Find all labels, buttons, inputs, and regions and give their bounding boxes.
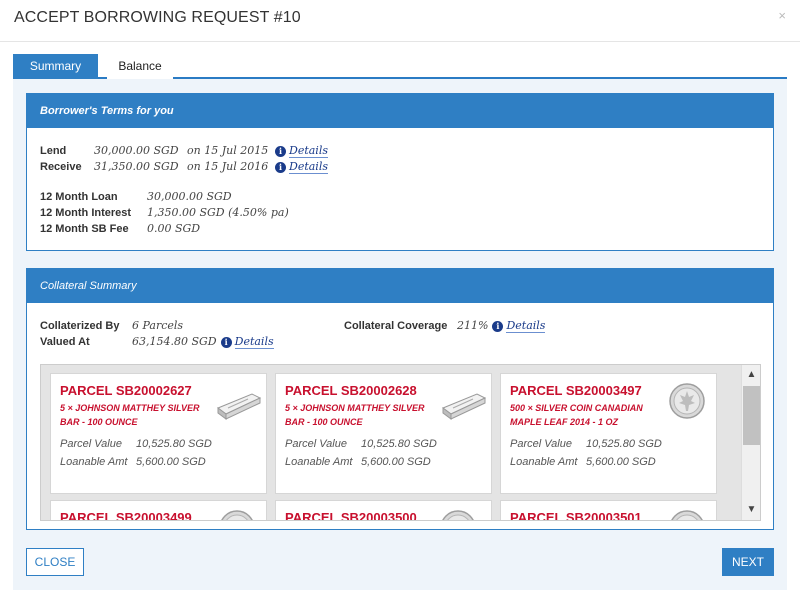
- coverage-details-link[interactable]: Details: [506, 319, 546, 333]
- borrower-terms-panel: Borrower's Terms for you Lend 30,000.00 S…: [26, 93, 774, 251]
- tab-summary[interactable]: Summary: [13, 54, 98, 79]
- valued-at-details-link[interactable]: Details: [234, 335, 274, 349]
- chevron-down-icon[interactable]: ▼: [742, 503, 760, 517]
- loan-label: 12 Month Loan: [40, 191, 118, 203]
- panel-heading: Borrower's Terms for you: [27, 94, 773, 128]
- parcel-value-label: Parcel Value: [60, 438, 122, 450]
- collateral-summary-panel: Collateral Summary Collaterized By 6 Parc…: [26, 268, 774, 530]
- parcel-card[interactable]: PARCEL SB20003501: [500, 500, 717, 521]
- fee-row: 12 Month SB Fee 0.00 SGD: [40, 222, 200, 235]
- loan-row: 12 Month Loan 30,000.00 SGD: [40, 190, 232, 203]
- scroll-thumb[interactable]: [743, 386, 760, 445]
- coverage-label: Collateral Coverage: [344, 320, 448, 332]
- lend-date: on 15 Jul 2015: [187, 144, 269, 157]
- parcel-description: 5 × JOHNSON MATTHEY SILVER BAR - 100 OUN…: [60, 403, 200, 427]
- parcel-value-label: Parcel Value: [510, 438, 572, 450]
- parcel-card[interactable]: PARCEL SB20002628 5 × JOHNSON MATTHEY SI…: [275, 373, 492, 494]
- parcel-value: 10,525.80 SGD: [136, 438, 212, 450]
- fee-value: 0.00 SGD: [147, 222, 201, 235]
- tab-bar: Summary Balance: [13, 54, 787, 79]
- loanable-amount: 5,600.00 SGD: [136, 456, 206, 468]
- loan-value: 30,000.00 SGD: [147, 190, 232, 203]
- loanable-label: Loanable Amt: [60, 456, 128, 468]
- parcel-card[interactable]: PARCEL SB20003499: [50, 500, 267, 521]
- silver-coin-icon: [669, 383, 705, 419]
- fee-label: 12 Month SB Fee: [40, 223, 129, 235]
- parcel-title: PARCEL SB20003497: [510, 383, 642, 398]
- modal-title: ACCEPT BORROWING REQUEST #10: [14, 9, 301, 26]
- lend-details-link[interactable]: Details: [289, 144, 328, 158]
- silver-coin-icon: [671, 510, 703, 520]
- loanable-label: Loanable Amt: [510, 456, 578, 468]
- parcel-grid-scrollbar[interactable]: ▲ ▼: [741, 365, 760, 520]
- parcel-title: PARCEL SB20003499: [60, 510, 192, 521]
- silver-bar-icon: [216, 393, 262, 420]
- loanable-line: Loanable Amt 5,600.00 SGD: [60, 456, 206, 468]
- next-button[interactable]: NEXT: [722, 548, 774, 576]
- valued-at-label: Valued At: [40, 336, 90, 348]
- valued-at-value: 63,154.80 SGD: [132, 335, 217, 348]
- parcel-title: PARCEL SB20003500: [285, 510, 417, 521]
- info-icon: i: [275, 146, 286, 157]
- parcel-title: PARCEL SB20003501: [510, 510, 642, 521]
- collateralized-by-value: 6 Parcels: [132, 319, 184, 332]
- close-button[interactable]: CLOSE: [26, 548, 84, 576]
- loanable-amount: 5,600.00 SGD: [361, 456, 431, 468]
- interest-label: 12 Month Interest: [40, 207, 132, 219]
- parcel-value-line: Parcel Value 10,525.80 SGD: [60, 438, 212, 450]
- parcel-grid[interactable]: PARCEL SB20002627 5 × JOHNSON MATTHEY SI…: [40, 364, 761, 521]
- lend-label: Lend: [40, 145, 67, 157]
- parcel-card[interactable]: PARCEL SB20003497 500 × SILVER COIN CANA…: [500, 373, 717, 494]
- receive-row: Receive 31,350.00 SGD on 15 Jul 2016 i Detai…: [40, 160, 328, 174]
- panel-heading: Collateral Summary: [27, 269, 773, 303]
- close-icon[interactable]: ×: [778, 8, 786, 23]
- parcel-value-line: Parcel Value 10,525.80 SGD: [510, 438, 662, 450]
- lend-amount: 30,000.00 SGD: [94, 144, 179, 157]
- info-icon: i: [492, 321, 504, 332]
- silver-bar-icon: [441, 393, 487, 420]
- coverage-row: Collateral Coverage 211% i Details: [344, 319, 546, 333]
- chevron-up-icon[interactable]: ▲: [742, 368, 760, 382]
- parcel-value: 10,525.80 SGD: [361, 438, 437, 450]
- modal-header: ACCEPT BORROWING REQUEST #10 ×: [0, 0, 800, 42]
- lend-row: Lend 30,000.00 SGD on 15 Jul 2015 i Details: [40, 144, 328, 158]
- info-icon: i: [275, 162, 286, 173]
- silver-coin-icon: [442, 510, 474, 520]
- modal-body: Summary Balance Borrower's Terms for you…: [13, 54, 787, 590]
- receive-date: on 15 Jul 2016: [187, 160, 269, 173]
- parcel-value-label: Parcel Value: [285, 438, 347, 450]
- coverage-value: 211%: [457, 319, 489, 332]
- receive-details-link[interactable]: Details: [289, 160, 328, 174]
- interest-value: 1,350.00 SGD (4.50% pa): [147, 206, 289, 219]
- collateralized-by-label: Collaterized By: [40, 320, 120, 332]
- receive-label: Receive: [40, 161, 82, 173]
- parcel-value-line: Parcel Value 10,525.80 SGD: [285, 438, 437, 450]
- collateralized-by-row: Collaterized By 6 Parcels: [40, 319, 183, 332]
- parcel-card[interactable]: PARCEL SB20002627 5 × JOHNSON MATTHEY SI…: [50, 373, 267, 494]
- parcel-title: PARCEL SB20002628: [285, 383, 417, 398]
- parcel-title: PARCEL SB20002627: [60, 383, 192, 398]
- silver-coin-icon: [221, 510, 253, 520]
- loanable-line: Loanable Amt 5,600.00 SGD: [285, 456, 431, 468]
- interest-row: 12 Month Interest 1,350.00 SGD (4.50% pa): [40, 206, 289, 219]
- parcel-card[interactable]: PARCEL SB20003500: [275, 500, 492, 521]
- loanable-amount: 5,600.00 SGD: [586, 456, 656, 468]
- info-icon: i: [220, 337, 232, 348]
- loanable-line: Loanable Amt 5,600.00 SGD: [510, 456, 656, 468]
- parcel-description: 5 × JOHNSON MATTHEY SILVER BAR - 100 OUN…: [285, 403, 425, 427]
- receive-amount: 31,350.00 SGD: [94, 160, 179, 173]
- parcel-value: 10,525.80 SGD: [586, 438, 662, 450]
- valued-at-row: Valued At 63,154.80 SGD i Details: [40, 335, 274, 349]
- loanable-label: Loanable Amt: [285, 456, 353, 468]
- tab-balance[interactable]: Balance: [107, 54, 173, 79]
- parcel-description: 500 × SILVER COIN CANADIAN MAPLE LEAF 20…: [510, 403, 643, 427]
